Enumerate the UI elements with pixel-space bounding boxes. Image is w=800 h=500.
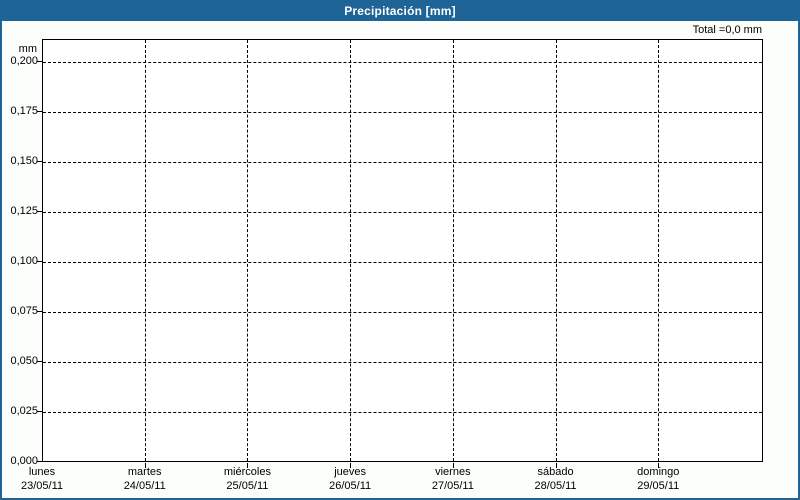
chart-title-bar: Precipitación [mm] bbox=[2, 2, 798, 21]
h-gridline bbox=[43, 212, 762, 213]
h-gridline bbox=[43, 362, 762, 363]
day-date-label: 23/05/11 bbox=[20, 480, 63, 492]
day-name-label: domingo bbox=[637, 466, 680, 478]
y-tick-label: 0,125 bbox=[10, 205, 38, 217]
day-date-label: 24/05/11 bbox=[123, 480, 166, 492]
day-name-label: martes bbox=[127, 466, 162, 478]
gridline-layer bbox=[43, 40, 762, 461]
h-gridline bbox=[43, 312, 762, 313]
x-tick-label: martes 24/05/11 bbox=[93, 465, 197, 493]
y-tick-label: 0,075 bbox=[10, 305, 38, 317]
chart-title: Precipitación [mm] bbox=[344, 3, 456, 18]
day-name-label: sábado bbox=[537, 466, 574, 478]
x-tick-label: miércoles 25/05/11 bbox=[195, 465, 299, 493]
y-axis-unit-label: mm bbox=[18, 43, 37, 55]
precipitation-chart-window: Precipitación [mm] Total =0,0 mm mm 0,00… bbox=[0, 0, 800, 500]
day-date-label: 28/05/11 bbox=[534, 480, 577, 492]
v-gridline bbox=[555, 40, 557, 461]
x-tick-label: jueves 26/05/11 bbox=[298, 465, 402, 493]
day-date-label: 27/05/11 bbox=[431, 480, 474, 492]
total-label: Total =0,0 mm bbox=[692, 24, 762, 36]
y-tick-label: 0,025 bbox=[10, 405, 38, 417]
day-name-label: miércoles bbox=[223, 466, 271, 478]
x-tick-label: lunes 23/05/11 bbox=[2, 465, 94, 493]
y-tick-label: 0,150 bbox=[10, 155, 38, 167]
day-name-label: jueves bbox=[334, 466, 367, 478]
v-gridline bbox=[144, 40, 146, 461]
plot-area bbox=[42, 39, 763, 462]
h-gridline bbox=[43, 412, 762, 413]
x-tick-label: domingo 29/05/11 bbox=[606, 465, 710, 493]
h-gridline bbox=[43, 262, 762, 263]
y-tick-label: 0,175 bbox=[10, 105, 38, 117]
x-tick-label: viernes 27/05/11 bbox=[401, 465, 505, 493]
x-tick-label: sábado 28/05/11 bbox=[504, 465, 608, 493]
v-gridline bbox=[658, 40, 660, 461]
h-gridline bbox=[43, 112, 762, 113]
h-gridline bbox=[43, 62, 762, 63]
y-tick-label: 0,200 bbox=[10, 55, 38, 67]
day-name-label: viernes bbox=[435, 466, 471, 478]
y-tick-label: 0,050 bbox=[10, 355, 38, 367]
y-tick-label: 0,100 bbox=[10, 255, 38, 267]
v-gridline bbox=[452, 40, 454, 461]
day-date-label: 25/05/11 bbox=[226, 480, 269, 492]
v-gridline bbox=[350, 40, 352, 461]
day-name-label: lunes bbox=[28, 466, 56, 478]
day-date-label: 29/05/11 bbox=[637, 480, 680, 492]
v-gridline bbox=[247, 40, 249, 461]
h-gridline bbox=[43, 162, 762, 163]
day-date-label: 26/05/11 bbox=[329, 480, 372, 492]
